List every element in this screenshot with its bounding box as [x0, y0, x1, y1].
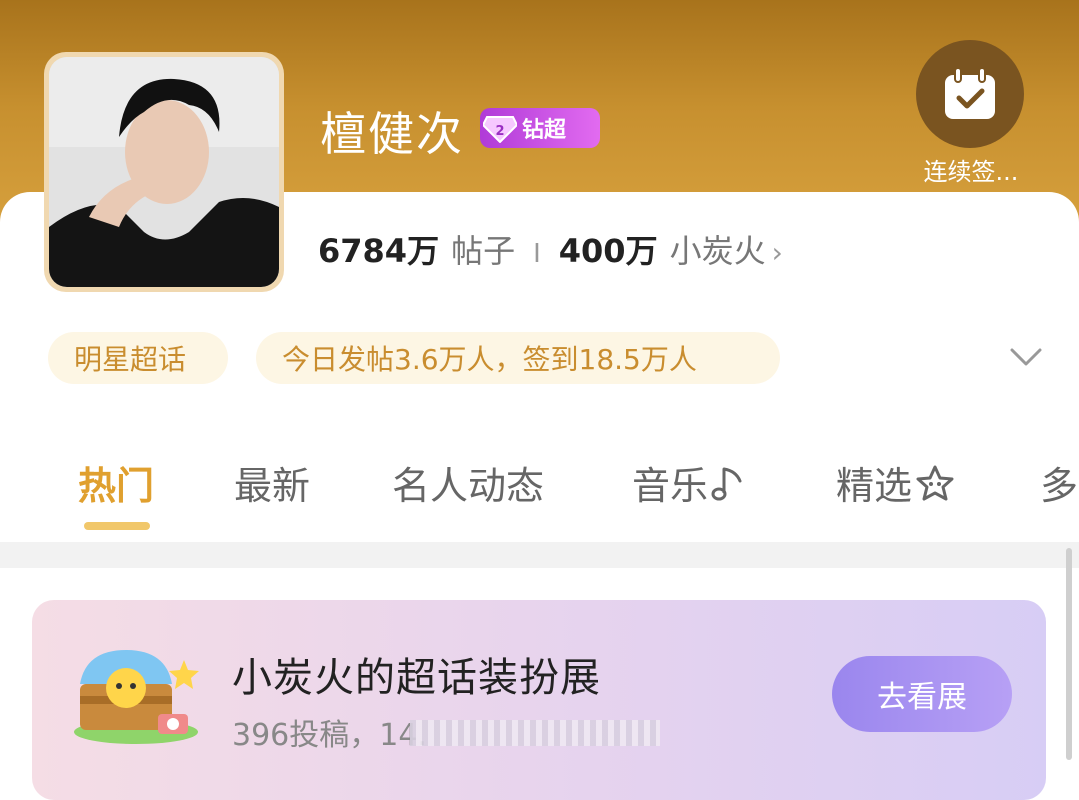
tab-label: 精选 — [836, 464, 913, 508]
tab-label: 热门 — [78, 464, 155, 508]
tab-active-indicator — [84, 522, 150, 530]
calendar-check-icon — [945, 67, 995, 119]
chevron-right-icon[interactable]: › — [772, 236, 783, 269]
category-tag[interactable]: 明星超话 — [48, 332, 228, 384]
checkin-button[interactable] — [916, 40, 1024, 148]
tab-latest[interactable]: 最新 — [234, 455, 310, 510]
fire-unit[interactable]: 小炭火 — [670, 226, 766, 272]
stats-row: 6784万 帖子 I 400万 小炭火 › — [318, 226, 783, 272]
posts-unit: 帖子 — [451, 232, 516, 270]
view-exhibition-button[interactable]: 去看展 — [832, 656, 1012, 732]
badge-label: 钻超 — [522, 118, 567, 143]
tab-hot[interactable]: 热门 — [78, 455, 154, 510]
music-note-icon — [711, 467, 742, 500]
scrollbar[interactable] — [1066, 548, 1072, 760]
tab-featured[interactable]: 精选 — [836, 455, 956, 510]
fire-count[interactable]: 400万 — [559, 226, 658, 272]
checkin-label[interactable]: 连续签... — [906, 152, 1036, 187]
diamond-icon: 2 — [480, 108, 520, 148]
tab-bar: 热门 最新 名人动态 音乐 精选 多 — [0, 455, 1079, 515]
treasure-chest-icon — [66, 636, 206, 746]
tab-label: 多 — [1040, 464, 1079, 508]
tab-celebrity[interactable]: 名人动态 — [392, 455, 544, 510]
banner-subtitle: 396投稿，14. — [232, 718, 427, 753]
banner-title: 小炭火的超话装扮展 — [232, 655, 601, 701]
tab-label: 音乐 — [632, 464, 709, 508]
tab-label: 名人动态 — [392, 464, 545, 508]
svg-text:2: 2 — [495, 124, 504, 139]
star-icon — [916, 465, 954, 500]
tab-more[interactable]: 多 — [1040, 455, 1078, 510]
avatar[interactable] — [44, 52, 284, 292]
stats-separator: I — [533, 239, 541, 269]
tab-music[interactable]: 音乐 — [632, 455, 746, 510]
page-title: 檀健次 — [320, 107, 464, 161]
redacted-text — [410, 720, 660, 746]
posts-count: 6784万 — [318, 232, 440, 270]
activity-info: 今日发帖3.6万人，签到18.5万人 — [256, 332, 780, 384]
tab-label: 最新 — [234, 464, 311, 508]
super-badge[interactable]: 2 钻超 — [480, 108, 600, 148]
chevron-down-icon[interactable] — [1006, 338, 1046, 378]
avatar-photo — [49, 57, 279, 287]
section-divider — [0, 542, 1079, 568]
